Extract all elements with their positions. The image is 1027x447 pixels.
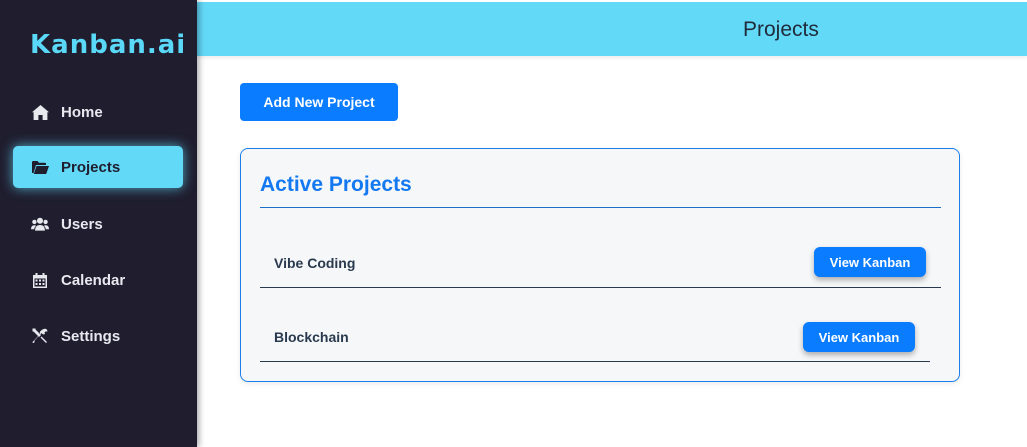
add-project-button[interactable]: Add New Project	[240, 83, 398, 121]
sidebar-item-calendar[interactable]: Calendar	[13, 259, 183, 301]
sidebar-item-label: Settings	[61, 327, 121, 345]
view-kanban-button[interactable]: View Kanban	[803, 322, 915, 352]
sidebar-item-label: Calendar	[61, 271, 126, 289]
card-title: Active Projects	[260, 173, 412, 196]
page-title: Projects	[743, 18, 819, 41]
sidebar-item-settings[interactable]: Settings	[13, 315, 183, 357]
calendar-icon	[31, 271, 49, 289]
folder-open-icon	[31, 158, 49, 176]
view-kanban-button[interactable]: View Kanban	[814, 247, 926, 277]
tools-icon	[31, 327, 49, 345]
row-divider	[260, 287, 941, 288]
project-name: Blockchain	[274, 329, 349, 345]
card-divider	[260, 207, 941, 208]
sidebar-item-projects[interactable]: Projects	[13, 146, 183, 188]
home-icon	[31, 103, 49, 121]
top-header: Projects	[197, 2, 1027, 56]
users-icon	[31, 215, 49, 233]
sidebar-item-label: Users	[61, 215, 103, 233]
app-root: Kanban.ai Home Projects Users Calendar S…	[0, 0, 1027, 447]
active-projects-card: Active Projects Vibe Coding View Kanban …	[240, 148, 960, 382]
sidebar-item-label: Projects	[61, 158, 121, 176]
brand-logo: Kanban.ai	[30, 30, 187, 60]
sidebar: Kanban.ai Home Projects Users Calendar S…	[0, 0, 197, 447]
sidebar-item-home[interactable]: Home	[13, 91, 183, 133]
sidebar-item-label: Home	[61, 103, 103, 121]
row-divider	[260, 361, 930, 362]
sidebar-item-users[interactable]: Users	[13, 203, 183, 245]
project-name: Vibe Coding	[274, 255, 356, 271]
